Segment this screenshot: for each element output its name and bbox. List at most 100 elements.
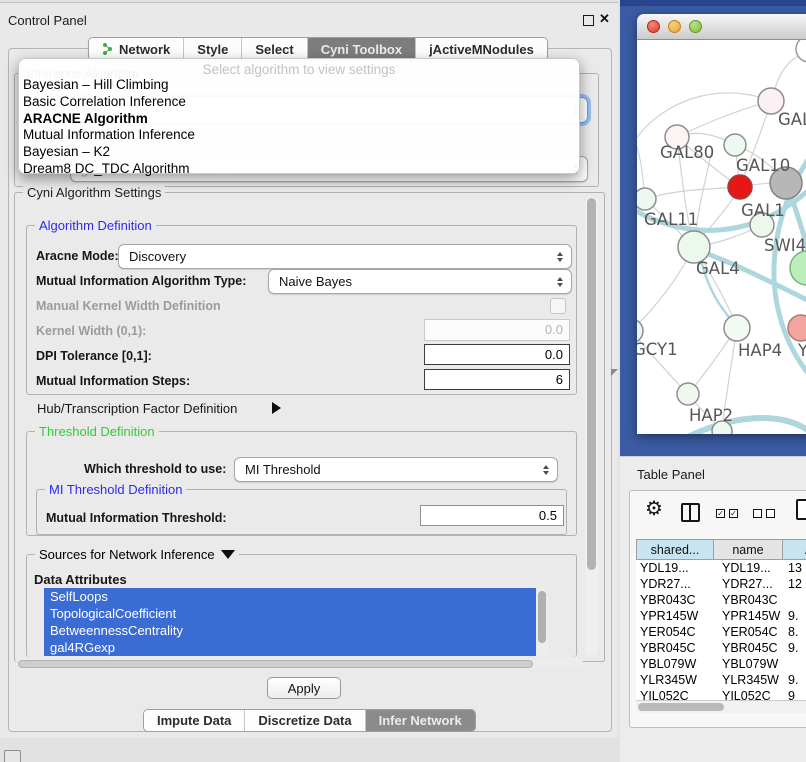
mi-threshold-field[interactable]: 0.5 (420, 505, 564, 526)
network-window-titlebar[interactable] (637, 14, 806, 40)
node-hap4[interactable] (724, 315, 750, 341)
tab-impute-data[interactable]: Impute Data (144, 710, 244, 731)
column-header-name[interactable]: name (714, 539, 783, 560)
tab-cyni-toolbox[interactable]: Cyni Toolbox (307, 38, 415, 60)
combo-spinner-icon (557, 277, 563, 287)
column-header-shared-name[interactable]: shared... (636, 539, 714, 560)
algorithm-definition-title: Algorithm Definition (35, 218, 156, 233)
splitter-collapse-icon[interactable] (611, 369, 618, 376)
control-panel: Control Panel ✕ Network Style Select (0, 2, 618, 738)
table-row[interactable]: YLR345W YLR345W 9. (636, 672, 806, 688)
settings-vertical-scrollbar[interactable] (585, 196, 598, 656)
tab-style[interactable]: Style (183, 38, 241, 60)
desktop-background: GAL GAL80 GAL10 GAL1 GAL11 SWI4 GAL4 GCY… (620, 0, 806, 456)
manual-kernel-width-checkbox[interactable] (550, 298, 566, 314)
minimize-window-icon[interactable] (668, 20, 681, 33)
table-row[interactable]: YBR045C YBR045C 9. (636, 640, 806, 656)
node-labels: GAL GAL80 GAL10 GAL1 GAL11 SWI4 GAL4 GCY… (637, 110, 806, 425)
table-row[interactable]: YPR145W YPR145W 9. (636, 608, 806, 624)
show-checked-columns-icon[interactable]: ✓ (729, 509, 738, 518)
tab-network-label: Network (119, 42, 170, 57)
table-row[interactable]: YBR043C YBR043C (636, 592, 806, 608)
list-item[interactable]: gal4RGexp (44, 639, 548, 656)
hide-columns-icon[interactable] (766, 509, 775, 518)
tab-infer-network[interactable]: Infer Network (365, 710, 475, 731)
which-threshold-combo[interactable]: MI Threshold (234, 457, 558, 482)
mi-threshold-definition-title: MI Threshold Definition (45, 482, 186, 497)
list-item[interactable]: BetweennessCentrality (44, 622, 548, 639)
popup-item[interactable]: Bayesian – Hill Climbing (19, 77, 579, 94)
network-canvas[interactable]: GAL GAL80 GAL10 GAL1 GAL11 SWI4 GAL4 GCY… (637, 40, 806, 434)
sources-group-title[interactable]: Sources for Network Inference (35, 547, 239, 562)
scrollbar-thumb[interactable] (638, 703, 724, 711)
node-salmon[interactable] (788, 315, 806, 341)
aracne-mode-combo[interactable]: Discovery (118, 244, 572, 269)
node-label: Y (797, 341, 806, 360)
data-attributes-list[interactable]: SelfLoops TopologicalCoefficient Between… (44, 588, 548, 656)
which-threshold-label: Which threshold to use: (84, 462, 226, 476)
popup-item[interactable]: Basic Correlation Inference (19, 94, 579, 111)
algorithm-dropdown-popup: Select algorithm to view settings Bayesi… (18, 58, 580, 174)
network-window: GAL GAL80 GAL10 GAL1 GAL11 SWI4 GAL4 GCY… (637, 14, 806, 434)
table-horizontal-scrollbar[interactable] (636, 700, 806, 713)
mi-algorithm-type-combo[interactable]: Naive Bayes (268, 269, 572, 294)
dpi-tolerance-field[interactable]: 0.0 (424, 344, 570, 365)
node-gal11[interactable] (637, 188, 656, 210)
scrollbar-thumb[interactable] (538, 591, 546, 643)
list-item[interactable]: SelfLoops (44, 588, 548, 605)
tab-select[interactable]: Select (241, 38, 306, 60)
zoom-window-icon[interactable] (689, 20, 702, 33)
settings-horizontal-scrollbar[interactable] (16, 658, 583, 669)
collapse-down-icon (221, 550, 235, 559)
mi-steps-field[interactable]: 6 (424, 369, 570, 390)
popup-item[interactable]: ARACNE Algorithm (19, 111, 579, 128)
gear-icon[interactable]: ⚙ (645, 499, 663, 519)
node-gal1[interactable] (728, 175, 752, 199)
expand-right-icon[interactable] (272, 402, 281, 414)
mi-algorithm-type-label: Mutual Information Algorithm Type: (36, 274, 246, 288)
table-row[interactable]: YER054C YER054C 8. (636, 624, 806, 640)
cyni-algorithm-settings-title: Cyni Algorithm Settings (23, 185, 165, 200)
list-item[interactable]: TopologicalCoefficient (44, 605, 548, 622)
docked-panel-icon[interactable] (4, 750, 21, 762)
scrollbar-thumb[interactable] (587, 198, 596, 570)
show-checked-columns-icon[interactable]: ✓ (716, 509, 725, 518)
popup-item[interactable]: Dream8 DC_TDC Algorithm (19, 161, 579, 178)
column-header-partial[interactable]: A (783, 539, 806, 560)
float-window-icon[interactable] (583, 15, 594, 26)
list-vertical-scrollbar[interactable] (536, 588, 548, 656)
node-label: HAP2 (689, 406, 733, 425)
which-threshold-value: MI Threshold (235, 462, 321, 477)
new-table-icon[interactable] (796, 499, 806, 520)
hide-columns-icon[interactable] (753, 509, 762, 518)
node-hap2[interactable] (677, 383, 699, 405)
manual-kernel-width-label: Manual Kernel Width Definition (36, 299, 221, 313)
close-icon[interactable]: ✕ (599, 11, 610, 27)
popup-placeholder: Select algorithm to view settings (19, 59, 579, 77)
aracne-mode-value: Discovery (119, 249, 186, 264)
table-row[interactable]: YDR27... YDR27... 12 (636, 576, 806, 592)
node-bright-green[interactable] (790, 251, 806, 285)
popup-item[interactable]: Bayesian – K2 (19, 144, 579, 161)
column-browser-icon[interactable] (681, 503, 700, 522)
network-icon (102, 43, 114, 55)
tab-jactivemnodules[interactable]: jActiveMNodules (415, 38, 547, 60)
table-row[interactable]: YBL079W YBL079W (636, 656, 806, 672)
tab-network[interactable]: Network (89, 38, 183, 60)
screen: Control Panel ✕ Network Style Select (0, 0, 806, 762)
close-window-icon[interactable] (647, 20, 660, 33)
node-unnamed[interactable] (796, 40, 806, 62)
scrollbar-thumb[interactable] (18, 660, 533, 668)
node-label: GAL80 (660, 143, 714, 162)
tab-discretize-data[interactable]: Discretize Data (244, 710, 364, 731)
popup-item[interactable]: Mutual Information Inference (19, 127, 579, 144)
node-gal10[interactable] (724, 134, 746, 156)
node-label: GAL (778, 110, 806, 129)
table-row[interactable]: YIL052C YIL052C 9 (636, 688, 806, 700)
table-row[interactable]: YDL19... YDL19... 13 (636, 560, 806, 576)
node-label: GAL11 (644, 210, 698, 229)
kernel-width-field[interactable]: 0.0 (424, 319, 570, 341)
apply-button[interactable]: Apply (267, 677, 341, 699)
hub-definition-label[interactable]: Hub/Transcription Factor Definition (37, 401, 237, 416)
threshold-definition-title: Threshold Definition (35, 424, 159, 439)
